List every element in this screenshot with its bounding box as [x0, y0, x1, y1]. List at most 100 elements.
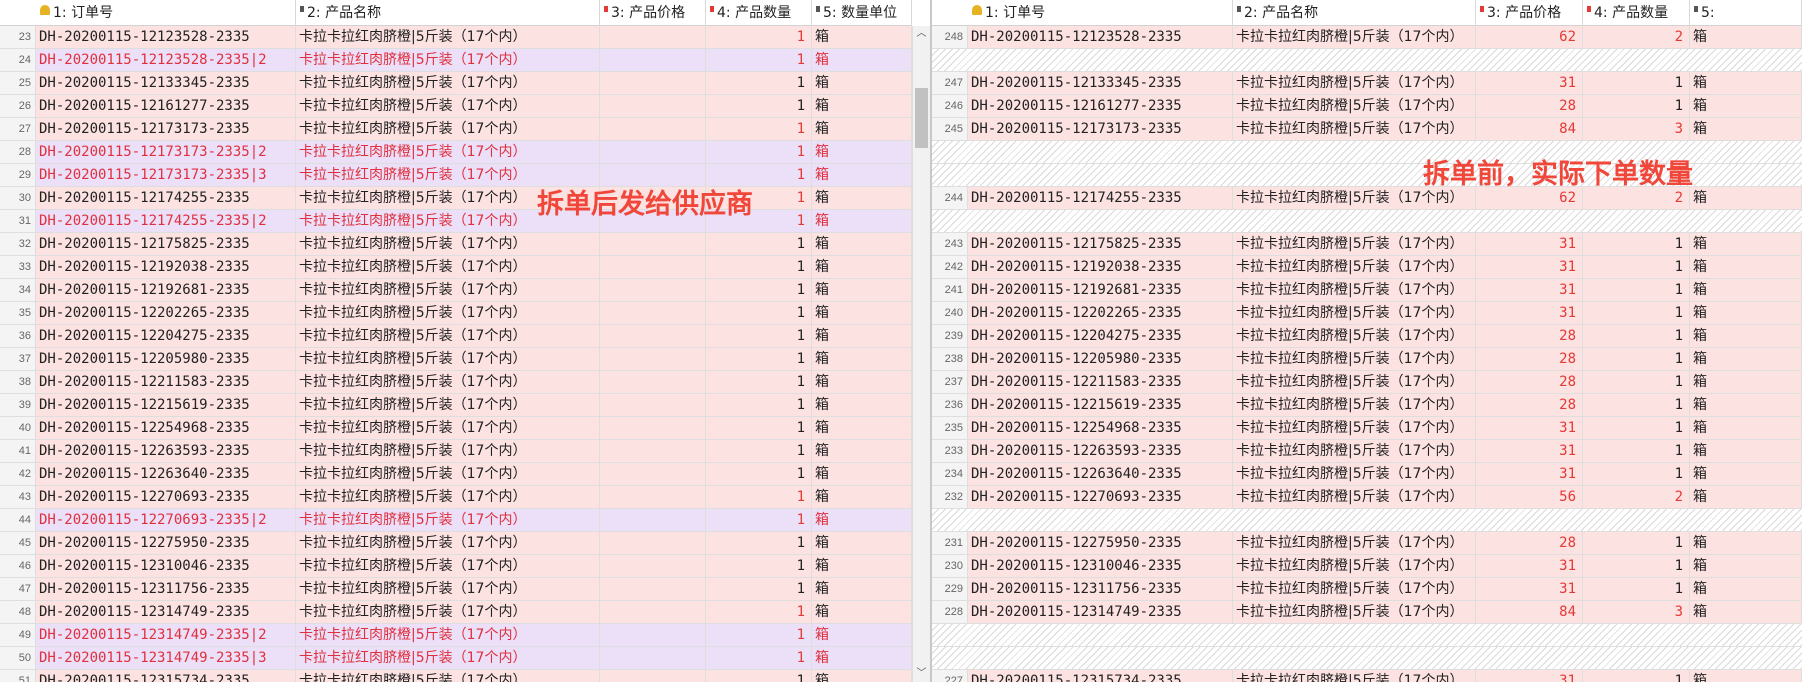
product-price-cell[interactable]	[600, 417, 706, 439]
table-row[interactable]: 43 DH-20200115-12270693-2335 卡拉卡拉红肉脐橙|5斤装（…	[0, 486, 912, 509]
order-number-cell[interactable]: DH-20200115-12192681-2335	[36, 279, 296, 301]
order-number-cell[interactable]: DH-20200115-12133345-2335	[968, 72, 1233, 94]
table-row[interactable]: 247 DH-20200115-12133345-2335 卡拉卡拉红肉脐橙|5斤装…	[932, 72, 1802, 95]
product-quantity-cell[interactable]: 1	[706, 555, 812, 577]
quantity-unit-cell[interactable]: 箱	[1690, 440, 1802, 462]
product-quantity-cell[interactable]: 1	[706, 440, 812, 462]
product-name-cell[interactable]: 卡拉卡拉红肉脐橙|5斤装（17个内）	[296, 601, 600, 623]
quantity-unit-cell[interactable]: 箱	[1690, 394, 1802, 416]
product-quantity-cell[interactable]: 1	[1583, 325, 1690, 347]
table-row[interactable]: 240 DH-20200115-12202265-2335 卡拉卡拉红肉脐橙|5斤装…	[932, 302, 1802, 325]
left-header-col-1[interactable]: 1: 订单号	[36, 0, 296, 26]
product-price-cell[interactable]	[600, 601, 706, 623]
product-price-cell[interactable]: 31	[1476, 578, 1583, 600]
order-number-cell[interactable]: DH-20200115-12133345-2335	[36, 72, 296, 94]
product-name-cell[interactable]: 卡拉卡拉红肉脐橙|5斤装（17个内）	[296, 509, 600, 531]
product-quantity-cell[interactable]: 1	[1583, 440, 1690, 462]
quantity-unit-cell[interactable]: 箱	[812, 95, 912, 117]
table-row[interactable]: 51 DH-20200115-12315734-2335 卡拉卡拉红肉脐橙|5斤装（…	[0, 670, 912, 682]
product-price-cell[interactable]	[600, 256, 706, 278]
product-quantity-cell[interactable]: 2	[1583, 486, 1690, 508]
quantity-unit-cell[interactable]: 箱	[812, 233, 912, 255]
quantity-unit-cell[interactable]: 箱	[1690, 72, 1802, 94]
order-number-cell[interactable]: DH-20200115-12263593-2335	[968, 440, 1233, 462]
product-quantity-cell[interactable]: 1	[1583, 348, 1690, 370]
table-row[interactable]: 27 DH-20200115-12173173-2335 卡拉卡拉红肉脐橙|5斤装（…	[0, 118, 912, 141]
product-name-cell[interactable]: 卡拉卡拉红肉脐橙|5斤装（17个内）	[296, 417, 600, 439]
product-name-cell[interactable]: 卡拉卡拉红肉脐橙|5斤装（17个内）	[1233, 26, 1476, 48]
left-header-col-4[interactable]: 4: 产品数量	[706, 0, 812, 26]
product-price-cell[interactable]	[600, 624, 706, 646]
order-number-cell[interactable]: DH-20200115-12254968-2335	[968, 417, 1233, 439]
product-price-cell[interactable]	[600, 555, 706, 577]
quantity-unit-cell[interactable]: 箱	[812, 670, 912, 682]
quantity-unit-cell[interactable]: 箱	[812, 210, 912, 232]
table-row[interactable]: 47 DH-20200115-12311756-2335 卡拉卡拉红肉脐橙|5斤装（…	[0, 578, 912, 601]
order-number-cell[interactable]: DH-20200115-12275950-2335	[36, 532, 296, 554]
order-number-cell[interactable]: DH-20200115-12314749-2335	[968, 601, 1233, 623]
product-price-cell[interactable]: 31	[1476, 555, 1583, 577]
order-number-cell[interactable]: DH-20200115-12204275-2335	[968, 325, 1233, 347]
order-number-cell[interactable]: DH-20200115-12311756-2335	[968, 578, 1233, 600]
table-row[interactable]: 229 DH-20200115-12311756-2335 卡拉卡拉红肉脐橙|5斤装…	[932, 578, 1802, 601]
quantity-unit-cell[interactable]: 箱	[1690, 95, 1802, 117]
quantity-unit-cell[interactable]: 箱	[1690, 463, 1802, 485]
product-name-cell[interactable]: 卡拉卡拉红肉脐橙|5斤装（17个内）	[1233, 532, 1476, 554]
product-price-cell[interactable]: 31	[1476, 417, 1583, 439]
right-header-col-5[interactable]: 5:	[1690, 0, 1802, 26]
product-price-cell[interactable]	[600, 233, 706, 255]
order-number-cell[interactable]: DH-20200115-12215619-2335	[36, 394, 296, 416]
product-quantity-cell[interactable]: 1	[706, 325, 812, 347]
table-row[interactable]: 35 DH-20200115-12202265-2335 卡拉卡拉红肉脐橙|5斤装（…	[0, 302, 912, 325]
product-quantity-cell[interactable]: 1	[1583, 256, 1690, 278]
product-price-cell[interactable]: 84	[1476, 601, 1583, 623]
product-name-cell[interactable]: 卡拉卡拉红肉脐橙|5斤装（17个内）	[296, 279, 600, 301]
product-quantity-cell[interactable]: 1	[706, 72, 812, 94]
product-quantity-cell[interactable]: 1	[706, 49, 812, 71]
product-price-cell[interactable]: 31	[1476, 302, 1583, 324]
quantity-unit-cell[interactable]: 箱	[1690, 325, 1802, 347]
product-quantity-cell[interactable]: 1	[706, 486, 812, 508]
product-quantity-cell[interactable]: 1	[1583, 371, 1690, 393]
product-quantity-cell[interactable]: 1	[1583, 279, 1690, 301]
product-name-cell[interactable]: 卡拉卡拉红肉脐橙|5斤装（17个内）	[296, 141, 600, 163]
product-price-cell[interactable]: 28	[1476, 371, 1583, 393]
table-row[interactable]: 28 DH-20200115-12173173-2335|2 卡拉卡拉红肉脐橙|5斤…	[0, 141, 912, 164]
product-quantity-cell[interactable]: 1	[706, 95, 812, 117]
table-row[interactable]: 37 DH-20200115-12205980-2335 卡拉卡拉红肉脐橙|5斤装（…	[0, 348, 912, 371]
product-name-cell[interactable]: 卡拉卡拉红肉脐橙|5斤装（17个内）	[296, 486, 600, 508]
left-header-col-2[interactable]: 2: 产品名称	[296, 0, 600, 26]
product-price-cell[interactable]: 31	[1476, 279, 1583, 301]
product-quantity-cell[interactable]: 1	[706, 279, 812, 301]
quantity-unit-cell[interactable]: 箱	[1690, 26, 1802, 48]
product-price-cell[interactable]	[600, 486, 706, 508]
order-number-cell[interactable]: DH-20200115-12314749-2335|3	[36, 647, 296, 669]
product-quantity-cell[interactable]: 1	[1583, 233, 1690, 255]
table-row[interactable]: 42 DH-20200115-12263640-2335 卡拉卡拉红肉脐橙|5斤装（…	[0, 463, 912, 486]
quantity-unit-cell[interactable]: 箱	[812, 141, 912, 163]
product-name-cell[interactable]: 卡拉卡拉红肉脐橙|5斤装（17个内）	[1233, 118, 1476, 140]
product-quantity-cell[interactable]: 1	[1583, 72, 1690, 94]
product-name-cell[interactable]: 卡拉卡拉红肉脐橙|5斤装（17个内）	[296, 118, 600, 140]
table-row[interactable]: 23 DH-20200115-12123528-2335 卡拉卡拉红肉脐橙|5斤装（…	[0, 26, 912, 49]
product-price-cell[interactable]	[600, 302, 706, 324]
product-quantity-cell[interactable]: 1	[706, 256, 812, 278]
product-name-cell[interactable]: 卡拉卡拉红肉脐橙|5斤装（17个内）	[1233, 325, 1476, 347]
product-quantity-cell[interactable]: 1	[706, 601, 812, 623]
product-name-cell[interactable]: 卡拉卡拉红肉脐橙|5斤装（17个内）	[296, 95, 600, 117]
scroll-up-arrow-icon[interactable]: ︿	[913, 26, 930, 42]
table-row[interactable]: 46 DH-20200115-12310046-2335 卡拉卡拉红肉脐橙|5斤装（…	[0, 555, 912, 578]
quantity-unit-cell[interactable]: 箱	[1690, 670, 1802, 682]
scrollbar-thumb[interactable]	[915, 88, 928, 148]
table-row[interactable]: 230 DH-20200115-12310046-2335 卡拉卡拉红肉脐橙|5斤装…	[932, 555, 1802, 578]
quantity-unit-cell[interactable]: 箱	[1690, 601, 1802, 623]
product-price-cell[interactable]	[600, 279, 706, 301]
quantity-unit-cell[interactable]: 箱	[812, 624, 912, 646]
product-quantity-cell[interactable]: 1	[706, 647, 812, 669]
right-header-col-4[interactable]: 4: 产品数量	[1583, 0, 1690, 26]
order-number-cell[interactable]: DH-20200115-12310046-2335	[968, 555, 1233, 577]
table-row[interactable]: 232 DH-20200115-12270693-2335 卡拉卡拉红肉脐橙|5斤装…	[932, 486, 1802, 509]
product-name-cell[interactable]: 卡拉卡拉红肉脐橙|5斤装（17个内）	[296, 26, 600, 48]
product-name-cell[interactable]: 卡拉卡拉红肉脐橙|5斤装（17个内）	[1233, 486, 1476, 508]
order-number-cell[interactable]: DH-20200115-12315734-2335	[36, 670, 296, 682]
